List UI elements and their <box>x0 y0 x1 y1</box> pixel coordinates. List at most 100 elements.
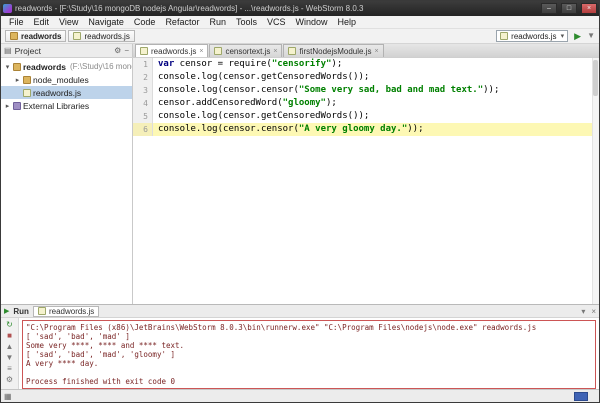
maximize-button[interactable]: □ <box>561 3 577 14</box>
minimize-button[interactable]: – <box>541 3 557 14</box>
run-panel: ▶ Run readwords.js ▾ × ↻ ■ ▲ ▼ ≡ ⚙ "C:\P… <box>1 304 599 389</box>
code-token: "Some very sad, bad and mad text." <box>299 85 483 95</box>
console-settings-button[interactable]: ⚙ <box>4 375 16 385</box>
run-panel-body: ↻ ■ ▲ ▼ ≡ ⚙ "C:\Program Files (x86)\JetB… <box>1 318 599 389</box>
window-title: readwords - [F:\Study\16 mongoDB nodejs … <box>15 4 537 13</box>
scroll-down-button[interactable]: ▼ <box>4 353 16 363</box>
editor-tab-censortext-js[interactable]: censortext.js× <box>209 44 282 57</box>
code-token: "gloomy" <box>283 98 326 108</box>
menu-item-tools[interactable]: Tools <box>231 17 262 27</box>
run-tab[interactable]: readwords.js <box>33 306 99 317</box>
breadcrumb-readwords-js[interactable]: readwords.js <box>68 30 134 42</box>
folder-icon <box>23 76 31 84</box>
console-line-5: A very **** day. <box>26 359 592 368</box>
tree-collapsed-icon[interactable]: ▸ <box>4 102 11 110</box>
folder-icon <box>10 32 18 40</box>
menu-item-navigate[interactable]: Navigate <box>83 17 129 27</box>
code-line-5[interactable]: 5console.log(censor.getCensoredWords()); <box>133 110 599 123</box>
hide-panel-icon[interactable]: ▾ <box>581 307 585 316</box>
code-token: )); <box>483 85 499 95</box>
code-text: var censor = require("censorify"); <box>153 58 342 71</box>
line-number: 1 <box>133 58 153 71</box>
scrollbar-thumb[interactable] <box>593 60 598 96</box>
tree-item-node_modules[interactable]: ▸ node_modules <box>1 73 132 86</box>
chevron-down-icon: ▾ <box>561 32 565 40</box>
code-text: console.log(censor.getCensoredWords()); <box>153 71 369 84</box>
gear-icon[interactable]: ⚙ <box>114 46 121 55</box>
run-panel-header: ▶ Run readwords.js ▾ × <box>1 305 599 318</box>
js-file-icon <box>38 307 46 315</box>
line-number: 5 <box>133 110 153 123</box>
line-number: 4 <box>133 97 153 110</box>
js-file-icon <box>500 32 508 40</box>
breadcrumb: readwords readwords.js <box>5 30 135 42</box>
menu-item-code[interactable]: Code <box>129 17 161 27</box>
line-number: 2 <box>133 71 153 84</box>
close-tab-icon[interactable]: × <box>273 48 277 55</box>
panel-headers-row: ▤ Project ⚙ − readwords.js×censortext.js… <box>1 44 599 58</box>
close-panel-icon[interactable]: × <box>591 307 596 316</box>
code-line-6[interactable]: 6console.log(censor.censor("A very gloom… <box>133 123 599 136</box>
tree-label: readwords <box>23 62 66 72</box>
menu-item-view[interactable]: View <box>54 17 83 27</box>
tree-label: External Libraries <box>23 101 89 111</box>
webstorm-window: readwords - [F:\Study\16 mongoDB nodejs … <box>0 0 600 403</box>
menu-item-help[interactable]: Help <box>333 17 362 27</box>
editor-tab-readwords-js[interactable]: readwords.js× <box>135 44 208 57</box>
code-line-4[interactable]: 4censor.addCensoredWord("gloomy"); <box>133 97 599 110</box>
rerun-button[interactable]: ↻ <box>4 320 16 330</box>
menu-item-window[interactable]: Window <box>291 17 333 27</box>
navigation-bar: readwords readwords.js readwords.js ▾ ▶ ▼ <box>1 29 599 44</box>
code-line-2[interactable]: 2console.log(censor.getCensoredWords()); <box>133 71 599 84</box>
run-config-select[interactable]: readwords.js ▾ <box>496 30 568 42</box>
code-editor[interactable]: 1var censor = require("censorify");2cons… <box>133 58 599 304</box>
run-button[interactable]: ▶ <box>574 30 581 42</box>
tab-label: readwords.js <box>151 47 196 56</box>
menu-item-refactor[interactable]: Refactor <box>160 17 204 27</box>
scroll-up-button[interactable]: ▲ <box>4 342 16 352</box>
webstorm-app-icon <box>3 4 12 13</box>
console-line-4: [ 'sad', 'bad', 'mad', 'gloomy' ] <box>26 350 592 359</box>
console-line-1: "C:\Program Files (x86)\JetBrains\WebSto… <box>26 323 592 332</box>
tab-label: censortext.js <box>225 47 270 56</box>
toolwindow-toggle-icon[interactable]: ▦ <box>4 392 12 401</box>
code-text: censor.addCensoredWord("gloomy"); <box>153 97 337 110</box>
js-file-icon <box>214 47 222 55</box>
menu-item-file[interactable]: File <box>4 17 29 27</box>
editor-scrollbar[interactable] <box>592 58 599 304</box>
menu-item-run[interactable]: Run <box>204 17 231 27</box>
collapse-panel-icon[interactable]: − <box>124 46 129 55</box>
breadcrumb-readwords[interactable]: readwords <box>5 30 66 42</box>
close-button[interactable]: × <box>581 3 597 14</box>
run-console[interactable]: "C:\Program Files (x86)\JetBrains\WebSto… <box>19 318 599 389</box>
project-grid-icon[interactable]: ▤ <box>4 46 12 55</box>
folder-icon <box>13 63 21 71</box>
tree-item-readwords[interactable]: ▾readwords(F:\Study\16 mongoDB no <box>1 60 132 73</box>
console-line-2: [ 'sad', 'bad', 'mad' ] <box>26 332 592 341</box>
breadcrumb-label: readwords.js <box>84 32 129 41</box>
code-line-1[interactable]: 1var censor = require("censorify"); <box>133 58 599 71</box>
editor-tab-firstnodejsmodule-js[interactable]: firstNodejsModule.js× <box>283 44 383 57</box>
js-file-icon <box>73 32 81 40</box>
tree-item-external-libraries[interactable]: ▸ External Libraries <box>1 99 132 112</box>
code-text: console.log(censor.censor("A very gloomy… <box>153 123 424 136</box>
tree-expanded-icon[interactable]: ▾ <box>4 63 11 71</box>
run-dropdown-icon[interactable]: ▼ <box>587 30 595 42</box>
menu-item-vcs[interactable]: VCS <box>262 17 291 27</box>
code-token: var <box>158 59 174 69</box>
code-token: console.log(censor.censor( <box>158 85 299 95</box>
run-icon: ▶ <box>4 307 9 315</box>
menu-item-edit[interactable]: Edit <box>29 17 55 27</box>
console-line-7: Process finished with exit code 0 <box>26 377 592 386</box>
code-line-3[interactable]: 3console.log(censor.censor("Some very sa… <box>133 84 599 97</box>
tree-label: node_modules <box>33 75 89 85</box>
close-tab-icon[interactable]: × <box>199 48 203 55</box>
tree-item-readwords-js[interactable]: readwords.js <box>1 86 132 99</box>
tree-collapsed-icon[interactable]: ▸ <box>14 76 21 84</box>
stop-button[interactable]: ■ <box>4 331 16 341</box>
js-file-icon <box>288 47 296 55</box>
project-tree: ▾readwords(F:\Study\16 mongoDB no▸node_m… <box>1 58 133 304</box>
breadcrumb-label: readwords <box>21 32 61 41</box>
close-tab-icon[interactable]: × <box>374 48 378 55</box>
console-menu-button[interactable]: ≡ <box>4 364 16 374</box>
